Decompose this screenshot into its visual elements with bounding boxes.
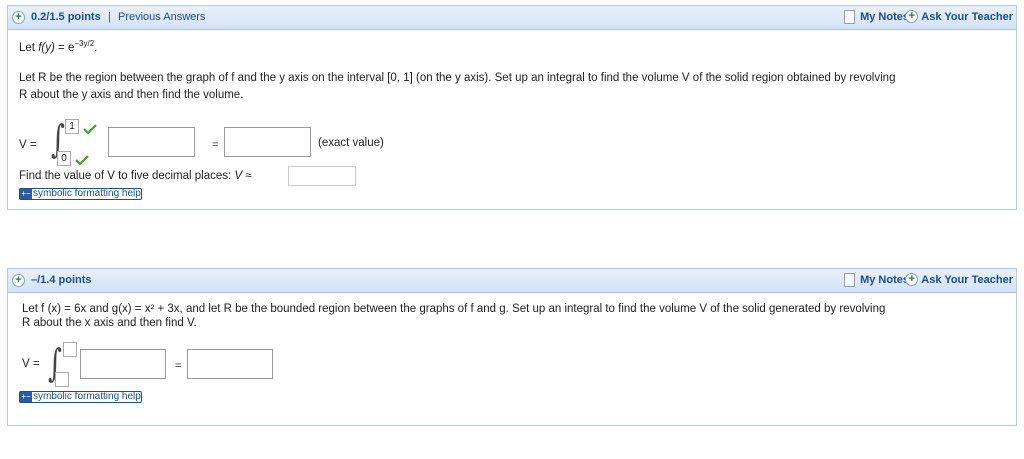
result-input[interactable]: [187, 349, 273, 379]
symbolic-help-link[interactable]: +− symbolic formatting help: [19, 391, 142, 403]
my-notes-label: My Notes: [860, 11, 909, 23]
decimal-prompt-text: Find the value of V to five decimal plac…: [19, 170, 232, 182]
exact-value-label: (exact value): [318, 137, 384, 149]
upper-limit-input[interactable]: 1: [65, 119, 79, 134]
ask-plus-icon: +: [905, 10, 919, 23]
my-notes-label: My Notes: [860, 274, 909, 286]
header-separator: |: [108, 11, 111, 23]
equals-sign: =: [212, 139, 219, 151]
help-plusminus-icon: +−: [20, 392, 32, 402]
statement-line-1: Let f (x) = 6x and g(x) = x² + 3x, and l…: [22, 303, 886, 315]
ask-teacher-label: Ask Your Teacher: [921, 274, 1013, 286]
problem-1: + 0.2/1.5 points | Previous Answers My N…: [7, 5, 1017, 210]
symbolic-help-link[interactable]: +− symbolic formatting help: [19, 188, 142, 200]
ask-teacher-button[interactable]: + Ask Your Teacher: [903, 9, 1013, 26]
v-label: V =: [19, 139, 37, 151]
statement-line-2: R about the y axis and then find the vol…: [19, 89, 244, 101]
ask-plus-icon: +: [905, 273, 919, 286]
ask-teacher-button[interactable]: + Ask Your Teacher: [903, 272, 1013, 289]
integrand-input[interactable]: [80, 349, 166, 379]
points-label: –/1.4 points: [31, 274, 92, 286]
exp-power: −3y/2: [74, 39, 95, 48]
previous-answers-link[interactable]: Previous Answers: [118, 11, 205, 23]
help-plusminus-icon: +−: [20, 189, 32, 199]
decimal-input[interactable]: [288, 166, 356, 186]
points-label: 0.2/1.5 points: [31, 11, 101, 23]
upper-check-icon: [83, 124, 97, 134]
lower-limit-input[interactable]: [55, 372, 69, 387]
let-word: Let: [19, 42, 35, 54]
notes-doc-icon: [844, 10, 856, 24]
lower-limit-input[interactable]: 0: [57, 151, 71, 166]
statement-line-1: Let R be the region between the graph of…: [19, 72, 896, 84]
help-text: symbolic formatting help: [33, 391, 141, 402]
ask-teacher-label: Ask Your Teacher: [921, 11, 1013, 23]
function-definition: Let f(y) = e−3y/2.: [19, 39, 97, 54]
notes-doc-icon: [844, 273, 856, 287]
problem-2: + –/1.4 points My Notes + Ask Your Teach…: [7, 268, 1017, 426]
statement-line-2: R about the x axis and then find V.: [22, 317, 197, 329]
decimal-prompt: Find the value of V to five decimal plac…: [19, 170, 252, 182]
problem-2-header: + –/1.4 points My Notes + Ask Your Teach…: [8, 269, 1016, 293]
function-name: f(y): [38, 42, 55, 54]
sentence-end: .: [94, 42, 98, 54]
approx-v-label: V ≈: [234, 170, 252, 182]
equals-sign: =: [175, 360, 182, 372]
exact-value-input[interactable]: [224, 127, 311, 157]
problem-1-header: + 0.2/1.5 points | Previous Answers My N…: [8, 6, 1016, 30]
equals-sign: =: [58, 42, 65, 54]
expand-plus-icon[interactable]: +: [12, 274, 25, 287]
expand-plus-icon[interactable]: +: [12, 11, 25, 24]
lower-check-icon: [75, 155, 89, 165]
help-text: symbolic formatting help: [33, 188, 141, 199]
v-label: V =: [22, 358, 40, 370]
integrand-input[interactable]: [108, 127, 195, 157]
upper-limit-input[interactable]: [63, 342, 77, 357]
